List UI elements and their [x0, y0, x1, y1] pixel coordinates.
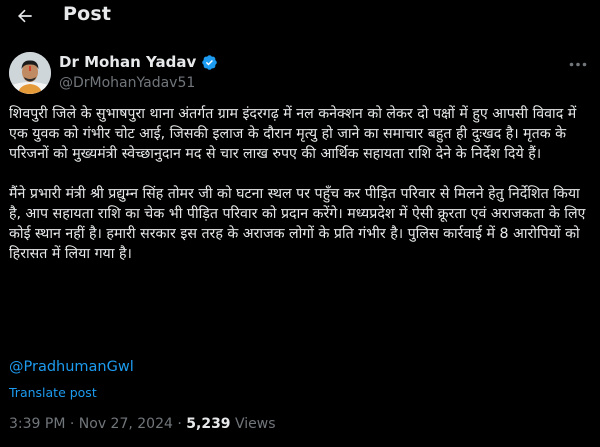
mention-link[interactable]: @PradhumanGwl — [9, 359, 134, 375]
meta-separator: · — [177, 416, 182, 432]
views-count: 5,239 — [186, 416, 231, 432]
post-paragraph: शिवपुरी जिले के सुभाषपुरा थाना अंतर्गत ग… — [9, 106, 577, 162]
views-label: Views — [235, 416, 276, 432]
post-paragraph: मैंने प्रभारी मंत्री श्री प्रद्युम्न सिं… — [9, 186, 586, 262]
back-button[interactable] — [10, 2, 40, 30]
avatar[interactable] — [9, 52, 51, 94]
top-bar: Post — [0, 0, 600, 34]
author-handle[interactable]: @DrMohanYadav51 — [59, 75, 195, 91]
more-dots-icon — [569, 62, 587, 66]
page-title: Post — [63, 3, 112, 25]
translate-post-link[interactable]: Translate post — [9, 385, 97, 400]
post-date[interactable]: Nov 27, 2024 — [79, 416, 173, 432]
arrow-left-icon — [18, 9, 32, 23]
avatar-image — [9, 52, 51, 94]
more-options-button[interactable] — [566, 56, 590, 72]
post-metadata: 3:39 PM · Nov 27, 2024 · 5,239 Views — [9, 416, 276, 432]
meta-separator: · — [69, 416, 75, 432]
post-text: शिवपुरी जिले के सुभाषपुरा थाना अंतर्गत ग… — [9, 104, 593, 264]
author-name-text: Dr Mohan Yadav — [59, 53, 197, 71]
author-name[interactable]: Dr Mohan Yadav — [59, 53, 218, 71]
post-time[interactable]: 3:39 PM — [9, 416, 65, 432]
verified-badge-icon — [201, 54, 218, 71]
